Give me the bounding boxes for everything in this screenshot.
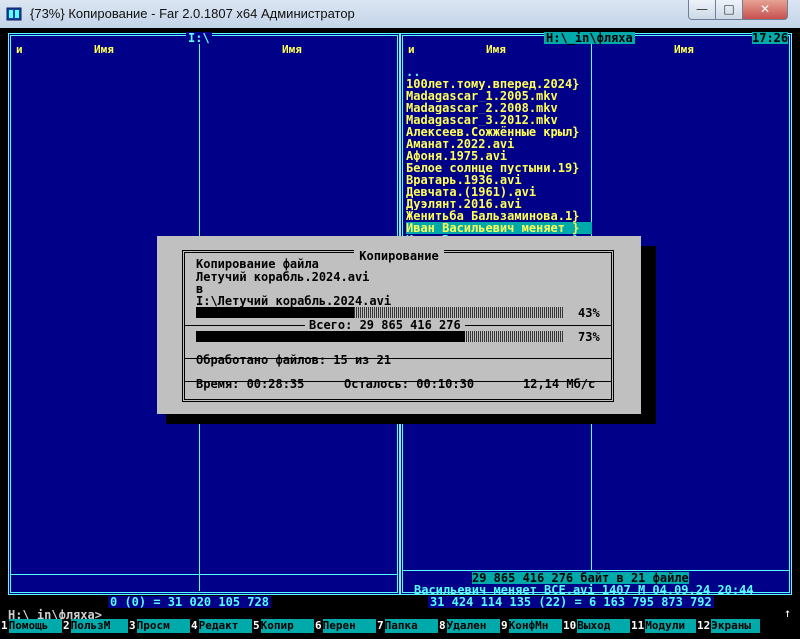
file-item[interactable]: Madagascar_3.2012.mkv bbox=[406, 114, 592, 126]
dialog-target-path: I:\Летучий корабль.2024.avi bbox=[196, 294, 392, 308]
fkey-number: 7 bbox=[376, 619, 385, 633]
maximize-button[interactable]: □ bbox=[715, 0, 743, 20]
fkey-number: 5 bbox=[252, 619, 261, 633]
left-panel-footer: 0 (0) = 31 020 105 728 bbox=[108, 595, 271, 609]
fkey-12[interactable]: 12 Экраны bbox=[696, 619, 760, 633]
right-col-header-1: и bbox=[408, 43, 415, 56]
fkey-5[interactable]: 5 Копир bbox=[252, 619, 314, 633]
left-col-header-2: Имя bbox=[94, 43, 114, 56]
fkey-label: ПользМ bbox=[70, 619, 128, 633]
fkey-number: 10 bbox=[562, 619, 578, 633]
fkey-4[interactable]: 4 Редакт bbox=[190, 619, 252, 633]
fkey-number: 9 bbox=[500, 619, 509, 633]
file-item[interactable]: Иван Васильевич меняет } bbox=[406, 222, 592, 234]
fkey-number: 3 bbox=[128, 619, 137, 633]
fkey-7[interactable]: 7 Папка bbox=[376, 619, 438, 633]
fkey-label: Копир bbox=[260, 619, 314, 633]
fkey-2[interactable]: 2 ПользМ bbox=[62, 619, 128, 633]
total-label: Всего: 29 865 416 276 bbox=[305, 319, 465, 331]
file-item[interactable]: Афоня.1975.avi bbox=[406, 150, 592, 162]
dialog-source-file: Летучий корабль.2024.avi bbox=[196, 270, 370, 284]
left-col-header-1: и bbox=[16, 43, 23, 56]
fkey-label: Удален bbox=[446, 619, 500, 633]
file-item[interactable]: Дуэлянт.2016.avi bbox=[406, 198, 592, 210]
fkey-8[interactable]: 8 Удален bbox=[438, 619, 500, 633]
file-progress-fill bbox=[196, 307, 355, 318]
fkey-label: Редакт bbox=[198, 619, 252, 633]
fkey-label: Экраны bbox=[711, 619, 760, 633]
total-progress-fill bbox=[196, 331, 465, 342]
clock: 17:26 bbox=[752, 31, 789, 45]
fkey-6[interactable]: 6 Перен bbox=[314, 619, 376, 633]
fkey-11[interactable]: 11 Модули bbox=[630, 619, 696, 633]
processed-files: Обработано файлов: 15 из 21 bbox=[196, 353, 392, 367]
fkey-label: Просм bbox=[136, 619, 190, 633]
left-panel-path[interactable]: I:\ bbox=[186, 32, 212, 44]
copy-dialog[interactable]: Копирование Копирование файла Летучий ко… bbox=[157, 236, 641, 414]
file-item[interactable]: Madagascar_2.2008.mkv bbox=[406, 102, 592, 114]
fkey-number: 2 bbox=[62, 619, 71, 633]
fkey-label: Папка bbox=[384, 619, 438, 633]
function-key-bar[interactable]: 1 Помощь 2 ПользМ 3 Просм 4 Редакт 5 Копир 6 Перен 7… bbox=[0, 619, 800, 633]
right-col-header-3: Имя bbox=[674, 43, 694, 56]
fkey-number: 12 bbox=[696, 619, 712, 633]
fkey-label: КонфМн bbox=[508, 619, 562, 633]
file-item[interactable]: 100лет.тому.вперед.2024} bbox=[406, 78, 592, 90]
window-title-bar[interactable]: {73%} Копирование - Far 2.0.1807 x64 Адм… bbox=[0, 0, 800, 29]
file-item[interactable]: Вратарь.1936.avi bbox=[406, 174, 592, 186]
total-percent: 73% bbox=[578, 330, 600, 344]
file-item[interactable]: Madagascar_1.2005.mkv bbox=[406, 90, 592, 102]
fkey-number: 1 bbox=[0, 619, 9, 633]
fkey-3[interactable]: 3 Просм bbox=[128, 619, 190, 633]
right-col-header-2: Имя bbox=[486, 43, 506, 56]
up-arrow-icon: ↑ bbox=[784, 606, 792, 620]
fkey-number: 4 bbox=[190, 619, 199, 633]
fkey-1[interactable]: 1 Помощь bbox=[0, 619, 62, 633]
file-item[interactable]: .. bbox=[406, 66, 592, 78]
right-panel-footer: 31 424 114 135 (22) = 6 163 795 873 792 bbox=[428, 595, 714, 609]
dialog-title: Копирование bbox=[354, 249, 444, 263]
dialog-copy-label: Копирование файла bbox=[196, 257, 319, 271]
fkey-label: Модули bbox=[645, 619, 696, 633]
right-file-list[interactable]: .. 100лет.тому.вперед.2024} Madagascar_1.2… bbox=[406, 66, 592, 246]
remaining-time: Осталось: 00:10:30 bbox=[344, 377, 475, 391]
fkey-number: 8 bbox=[438, 619, 447, 633]
fkey-10[interactable]: 10 Выход bbox=[562, 619, 630, 633]
file-item[interactable]: Алексеев.Сожжённые крыл} bbox=[406, 126, 592, 138]
right-panel-path[interactable]: H:\_in\фляха bbox=[544, 32, 635, 44]
minimize-button[interactable]: — bbox=[688, 0, 716, 20]
fkey-label: Выход bbox=[577, 619, 630, 633]
fkey-number: 11 bbox=[630, 619, 646, 633]
elapsed-time: Время: 00:28:35 bbox=[196, 377, 305, 391]
left-col-header-3: Имя bbox=[282, 43, 302, 56]
close-button[interactable]: ✕ bbox=[742, 0, 788, 20]
far-manager-icon bbox=[6, 7, 22, 21]
window-title: {73%} Копирование - Far 2.0.1807 x64 Адм… bbox=[30, 6, 355, 21]
fkey-label: Перен bbox=[322, 619, 376, 633]
total-progress-bar bbox=[196, 331, 564, 342]
copy-speed: 12,14 Мб/с bbox=[523, 377, 596, 391]
file-item[interactable]: Женитьба Бальзаминова.1} bbox=[406, 210, 592, 222]
fkey-number: 6 bbox=[314, 619, 323, 633]
fkey-label: Помощь bbox=[8, 619, 62, 633]
file-item[interactable]: Девчата.(1961).avi bbox=[406, 186, 592, 198]
file-progress-bar bbox=[196, 307, 564, 318]
fkey-9[interactable]: 9 КонфМн bbox=[500, 619, 562, 633]
file-percent: 43% bbox=[578, 306, 600, 320]
file-item[interactable]: Аманат.2022.avi bbox=[406, 138, 592, 150]
file-item[interactable]: Белое солнце пустыни.19} bbox=[406, 162, 592, 174]
